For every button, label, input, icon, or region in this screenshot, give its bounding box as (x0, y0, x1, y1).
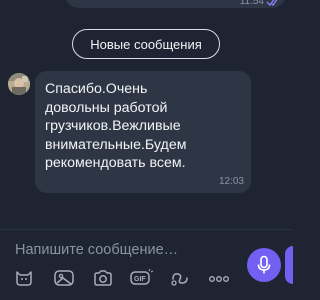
sticker-icon[interactable] (12, 268, 36, 288)
outgoing-message-time: 11:54 (239, 0, 264, 7)
new-messages-label: Новые сообщения (90, 36, 202, 52)
microphone-icon (257, 255, 271, 274)
gallery-icon[interactable] (52, 268, 76, 288)
avatar-photo (8, 73, 30, 95)
message-input[interactable] (15, 240, 235, 260)
side-panel-edge[interactable] (285, 246, 293, 284)
incoming-message-bubble[interactable]: Спасибо.Очень довольны работой грузчиков… (35, 71, 251, 193)
chat-screen: 11:54 Новые сообщения Спасибо.Очень дово… (0, 0, 293, 300)
doodle-icon[interactable] (168, 268, 192, 288)
camera-icon[interactable] (91, 268, 115, 288)
outgoing-message-bubble[interactable]: 11:54 (65, 0, 286, 8)
avatar[interactable] (8, 73, 30, 95)
incoming-message-time: 12:03 (218, 176, 244, 187)
composer-divider (0, 229, 293, 230)
double-check-icon (266, 0, 278, 7)
svg-text:GIF: GIF (134, 276, 146, 283)
voice-message-button[interactable] (247, 248, 281, 282)
new-messages-separator: Новые сообщения (72, 29, 220, 59)
incoming-message-text: Спасибо.Очень довольны работой грузчиков… (45, 81, 187, 171)
more-icon[interactable] (207, 268, 231, 288)
gif-icon[interactable]: GIF (129, 268, 153, 288)
